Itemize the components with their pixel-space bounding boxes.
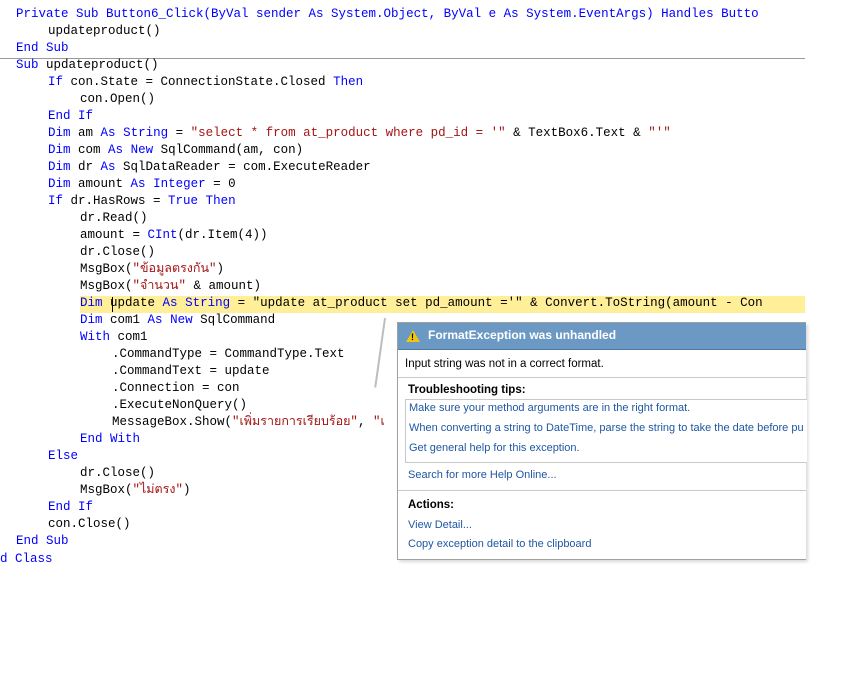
code-line[interactable]: End Sub <box>16 533 69 550</box>
tips-heading: Troubleshooting tips: <box>408 384 526 396</box>
code-line[interactable]: MsgBox("ข้อมูลตรงกัน") <box>80 261 224 278</box>
warning-icon: ! <box>406 330 420 342</box>
exception-message: Input string was not in a correct format… <box>405 358 604 370</box>
code-line[interactable]: If dr.HasRows = True Then <box>48 193 236 210</box>
text-caret <box>112 297 113 312</box>
code-line[interactable]: If con.State = ConnectionState.Closed Th… <box>48 74 363 91</box>
code-line[interactable]: End Sub <box>16 40 69 57</box>
code-line[interactable]: Dim dr As SqlDataReader = com.ExecuteRea… <box>48 159 371 176</box>
code-line[interactable]: End If <box>48 108 93 125</box>
copy-exception-link[interactable]: Copy exception detail to the clipboard <box>408 538 591 550</box>
tip-link[interactable]: When converting a string to DateTime, pa… <box>409 422 804 434</box>
dialog-title-bar[interactable]: ! FormatException was unhandled <box>398 323 806 350</box>
code-line[interactable]: MsgBox("ไม่ตรง") <box>80 482 191 499</box>
code-line[interactable]: .ExecuteNonQuery() <box>112 397 247 414</box>
exception-assistant-dialog[interactable]: ! FormatException was unhandled Input st… <box>397 322 807 560</box>
view-detail-link[interactable]: View Detail... <box>408 519 472 531</box>
code-line[interactable]: Sub updateproduct() <box>16 57 159 74</box>
code-line[interactable]: End If <box>48 499 93 516</box>
code-line[interactable]: con.Open() <box>80 91 155 108</box>
code-line[interactable]: updateproduct() <box>48 23 161 40</box>
tip-link[interactable]: Get general help for this exception. <box>409 442 580 454</box>
code-line[interactable]: d Class <box>0 551 53 562</box>
tip-link[interactable]: Make sure your method arguments are in t… <box>409 402 690 414</box>
dialog-title: FormatException was unhandled <box>428 328 617 342</box>
code-line[interactable]: .Connection = con <box>112 380 240 397</box>
code-line[interactable]: Dim amount As Integer = 0 <box>48 176 236 193</box>
code-line[interactable]: Else <box>48 448 78 465</box>
actions-heading: Actions: <box>408 499 454 511</box>
code-line[interactable]: Dim com1 As New SqlCommand <box>80 312 275 329</box>
code-line[interactable]: dr.Close() <box>80 465 155 482</box>
code-line[interactable]: Dim am As String = "select * from at_pro… <box>48 125 671 142</box>
divider <box>398 490 806 491</box>
code-line[interactable]: Dim com As New SqlCommand(am, con) <box>48 142 303 159</box>
code-line-current[interactable]: Dim update As String = "update at_produc… <box>80 295 763 312</box>
tips-list: Make sure your method arguments are in t… <box>405 399 807 463</box>
code-line[interactable]: dr.Read() <box>80 210 148 227</box>
code-line[interactable]: amount = CInt(dr.Item(4)) <box>80 227 268 244</box>
code-line[interactable]: con.Close() <box>48 516 131 533</box>
code-line[interactable]: dr.Close() <box>80 244 155 261</box>
code-line[interactable]: MsgBox("จำนวน" & amount) <box>80 278 261 295</box>
code-line[interactable]: MessageBox.Show("เพิ่มรายการเรียบร้อย", … <box>112 414 385 431</box>
code-line[interactable]: .CommandType = CommandType.Text <box>112 346 345 363</box>
divider <box>398 377 806 378</box>
code-line[interactable]: .CommandText = update <box>112 363 270 380</box>
code-line[interactable]: Private Sub Button6_Click(ByVal sender A… <box>16 6 759 23</box>
exception-pointer <box>374 318 386 388</box>
code-line[interactable]: With com1 <box>80 329 148 346</box>
code-line[interactable]: End With <box>80 431 140 448</box>
search-help-link[interactable]: Search for more Help Online... <box>408 469 557 481</box>
